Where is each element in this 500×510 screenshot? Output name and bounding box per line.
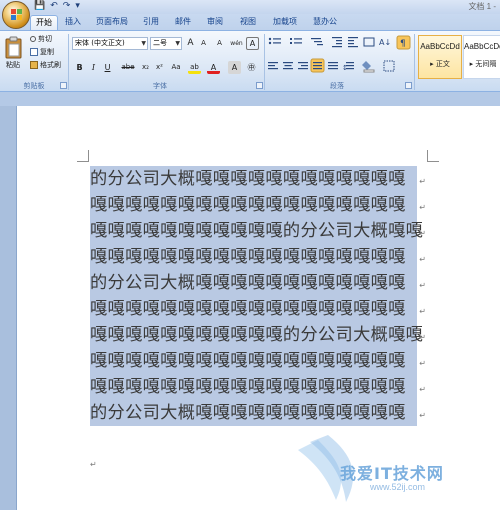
tab-view[interactable]: 视图 [237,15,259,30]
char-border-button[interactable]: A [246,37,259,50]
paragraph-tools: A↓ ¶ ↕ [268,35,411,73]
shading-icon [362,61,375,73]
tab-review[interactable]: 审阅 [204,15,226,30]
font-color-button[interactable]: A [207,61,220,74]
pilcrow-icon: ¶ [400,39,406,49]
scissors-icon [30,36,36,42]
clipboard-launcher-icon[interactable] [60,82,67,89]
tab-huibangong[interactable]: 慧办公 [310,15,340,30]
highlight-button[interactable]: ab [188,61,201,74]
group-divider [414,34,415,90]
enclosed-char-button[interactable]: ㊥ [245,61,258,74]
tab-references[interactable]: 引用 [140,15,162,30]
cut-button[interactable]: 剪切 [30,34,52,44]
numbering-icon [290,38,302,44]
multilevel-list-icon [311,38,323,46]
char-shading-button[interactable]: A [228,61,241,74]
office-logo-icon [11,9,22,20]
site-watermark: 我爱IT技术网 www.52ij.com [288,430,498,508]
save-icon[interactable]: 💾 [34,1,45,12]
borders-icon [383,60,395,72]
underline-button[interactable]: U [101,61,114,74]
tab-mailings[interactable]: 邮件 [172,15,194,30]
subscript-button[interactable]: x₂ [139,61,152,74]
superscript-button[interactable]: x² [153,61,166,74]
crop-mark [77,150,89,162]
chevron-down-icon: ▼ [141,40,146,47]
watermark-title: 我爱IT技术网 [340,464,444,483]
svg-text:A↓: A↓ [379,38,391,47]
clear-format-button[interactable]: A [213,37,226,50]
undo-icon[interactable]: ↶ [50,1,58,12]
crop-mark [427,150,439,162]
align-right-icon [298,62,308,70]
tab-page-layout[interactable]: 页面布局 [94,15,130,30]
document-text[interactable]: 的分公司大概嘎嘎嘎嘎嘎嘎嘎嘎嘎嘎嘎嘎 ↵ 嘎嘎嘎嘎嘎嘎嘎嘎嘎嘎嘎嘎嘎嘎嘎嘎嘎嘎 ↵ … [90,166,426,426]
text-line[interactable]: 嘎嘎嘎嘎嘎嘎嘎嘎嘎嘎嘎的分公司大概嘎嘎 ↵ [90,218,426,244]
italic-button[interactable]: I [87,61,100,74]
bold-button[interactable]: B [73,61,86,74]
paragraph-mark: ↵ [90,460,97,469]
change-case-button[interactable]: Aa [168,61,184,74]
distributed-icon [328,62,338,70]
font-group-label: 字体 [153,82,167,90]
redo-icon[interactable]: ↷ [63,1,71,12]
style-normal[interactable]: AaBbCcDd ▸ 正文 [418,35,462,79]
text-line[interactable]: 嘎嘎嘎嘎嘎嘎嘎嘎嘎嘎嘎嘎嘎嘎嘎嘎嘎嘎 ↵ [90,296,426,322]
text-line[interactable]: 的分公司大概嘎嘎嘎嘎嘎嘎嘎嘎嘎嘎嘎嘎 ↵ [90,166,426,192]
shrink-font-button[interactable]: A [197,37,210,50]
text-line[interactable]: 的分公司大概嘎嘎嘎嘎嘎嘎嘎嘎嘎嘎嘎嘎 ↵ [90,270,426,296]
title-bar: 💾 ↶ ↷ ▾ 文档 1 - [0,0,500,14]
group-divider [264,34,265,90]
chevron-down-icon: ▼ [175,40,180,47]
bullets-icon [268,37,281,45]
paste-button[interactable]: 粘贴 [6,60,20,70]
text-line[interactable]: 嘎嘎嘎嘎嘎嘎嘎嘎嘎嘎嘎嘎嘎嘎嘎嘎嘎嘎 ↵ [90,374,426,400]
phonetic-guide-button[interactable]: wén [230,37,243,50]
ribbon-home: 粘贴 剪切 复制 格式刷 剪贴板 宋体 (中文正文) ▼ 二号 ▼ A A A … [0,30,500,92]
paragraph-launcher-icon[interactable] [405,82,412,89]
qat-dropdown-icon[interactable]: ▾ [75,1,80,12]
line-spacing-icon: ↕ [342,62,354,72]
text-line[interactable]: 嘎嘎嘎嘎嘎嘎嘎嘎嘎嘎嘎的分公司大概嘎嘎 ↵ [90,322,426,348]
decrease-indent-icon [332,37,342,48]
tab-insert[interactable]: 插入 [62,15,84,30]
format-painter-button[interactable]: 格式刷 [30,60,61,70]
text-line[interactable]: 嘎嘎嘎嘎嘎嘎嘎嘎嘎嘎嘎嘎嘎嘎嘎嘎嘎嘎 ↵ [90,244,426,270]
tab-home[interactable]: 开始 [30,15,58,30]
chinese-layout-icon [363,37,375,47]
text-line[interactable]: 的分公司大概嘎嘎嘎嘎嘎嘎嘎嘎嘎嘎嘎嘎 ↵ [90,400,426,426]
style-no-spacing[interactable]: AaBbCcDd ▸ 无间隔 [463,35,500,79]
grow-font-button[interactable]: A [184,37,197,50]
align-center-icon [283,62,293,70]
justify-icon [313,62,322,70]
group-divider [68,34,69,90]
text-line[interactable]: 嘎嘎嘎嘎嘎嘎嘎嘎嘎嘎嘎嘎嘎嘎嘎嘎嘎嘎 ↵ [90,192,426,218]
brush-icon [30,61,38,69]
svg-text:↕: ↕ [342,64,348,72]
tab-addins[interactable]: 加载项 [270,15,300,30]
window-title: 文档 1 - [468,2,496,11]
quick-access-toolbar: 💾 ↶ ↷ ▾ [34,1,80,12]
font-launcher-icon[interactable] [256,82,263,89]
watermark-url: www.52ij.com [370,482,426,492]
text-line[interactable]: 嘎嘎嘎嘎嘎嘎嘎嘎嘎嘎嘎嘎嘎嘎嘎嘎嘎嘎 ↵ [90,348,426,374]
copy-icon [30,48,38,56]
copy-button[interactable]: 复制 [30,47,54,57]
ribbon-tabs: 开始 插入 页面布局 引用 邮件 审阅 视图 加载项 慧办公 [0,14,500,30]
align-left-icon [268,62,278,70]
strikethrough-button[interactable]: abe [119,61,137,74]
font-size-combo[interactable]: 二号 ▼ [150,37,182,50]
paste-icon[interactable] [4,36,24,60]
font-name-combo[interactable]: 宋体 (中文正文) ▼ [72,37,148,50]
ruler-area [0,92,500,106]
sort-icon: A↓ [379,38,391,47]
clipboard-group-label: 剪贴板 [23,82,45,90]
paragraph-group-label: 段落 [330,82,344,90]
office-button[interactable] [2,1,30,29]
increase-indent-icon [348,37,358,48]
